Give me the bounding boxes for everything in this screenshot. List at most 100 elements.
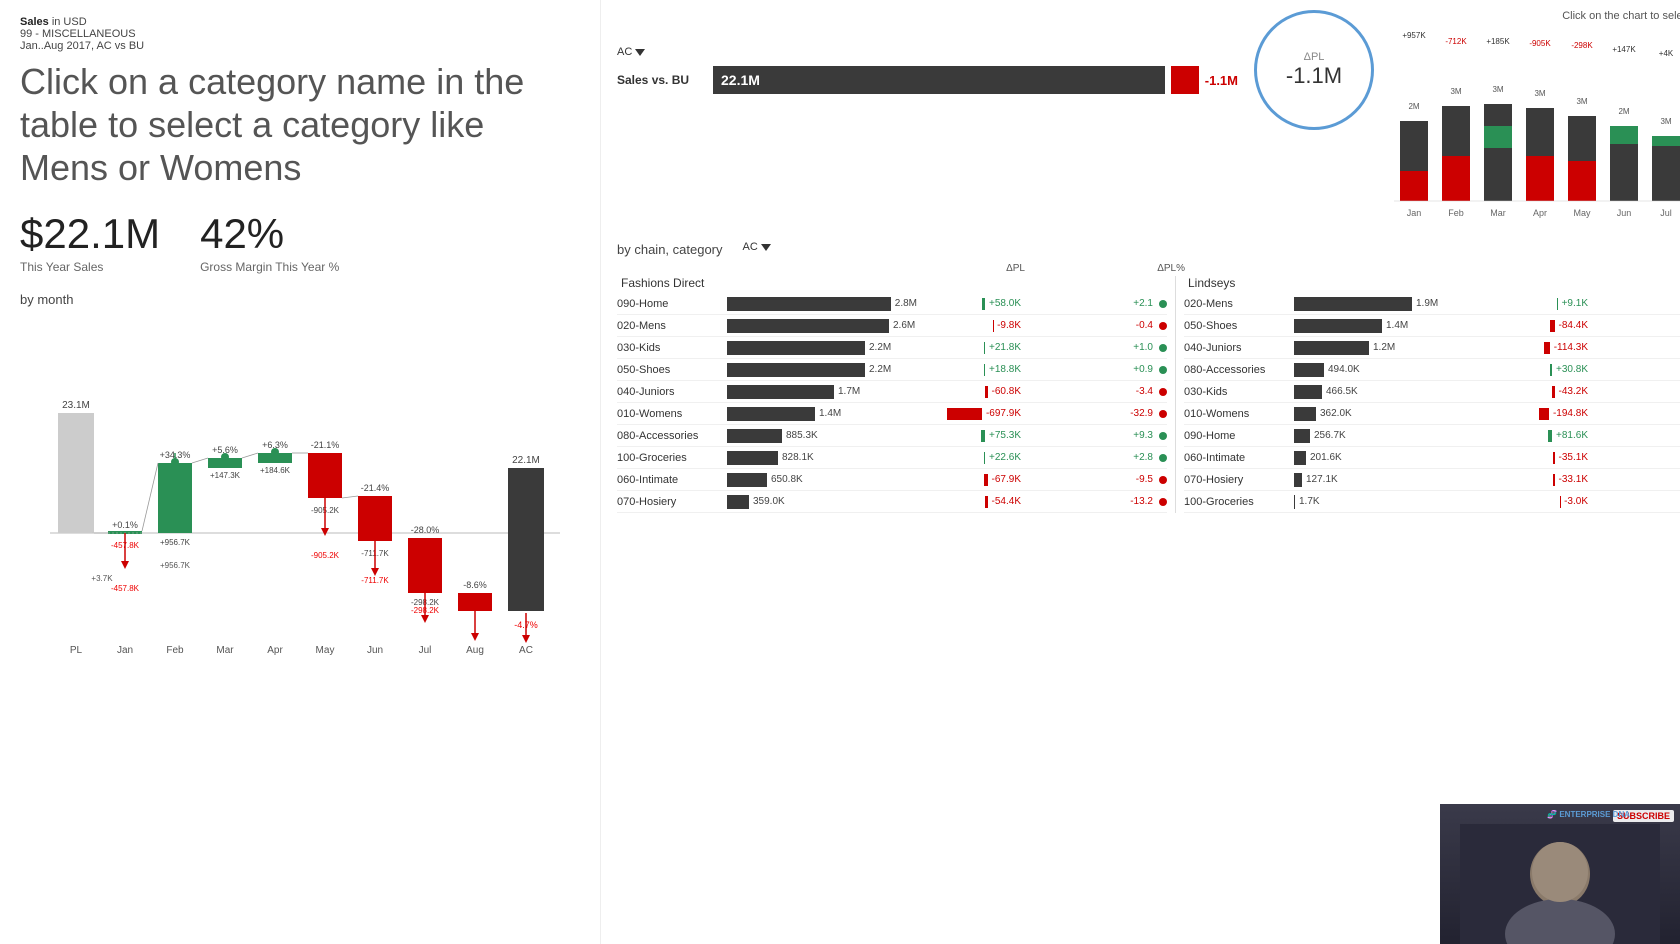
table-row[interactable]: 010-Womens 1.4M -697.9K -32.9 [617,403,1167,425]
table-row[interactable]: 070-Hosiery 127.1K -33.1K [1184,469,1680,491]
table-row[interactable]: 080-Accessories 494.0K +30.8K +6.7 [1184,359,1680,381]
sales-value: $22.1M [20,210,160,258]
svg-text:Jun: Jun [367,645,383,656]
table-row[interactable]: 070-Hosiery 359.0K -54.4K -13.2 [617,491,1167,513]
row-label[interactable]: 050-Shoes [1184,320,1294,332]
table-row[interactable]: 020-Mens 2.6M -9.8K -0.4 [617,315,1167,337]
video-face [1440,804,1680,944]
row-label[interactable]: 090-Home [1184,430,1294,442]
table-row[interactable]: 060-Intimate 650.8K -67.9K -9.5 [617,469,1167,491]
page: Sales in USD 99 - MISCELLANEOUS Jan..Aug… [0,0,1680,944]
dropdown-arrow [635,49,645,56]
fashions-direct-table: 090-Home 2.8M +58.0K +2.1 020-Mens [617,293,1167,513]
table-row[interactable]: 030-Kids 2.2M +21.8K +1.0 [617,337,1167,359]
row-label[interactable]: 010-Womens [1184,408,1294,420]
row-label[interactable]: 020-Mens [617,320,727,332]
by-month-label: by month [20,292,580,307]
svg-text:2M: 2M [1408,102,1419,111]
svg-text:Jun: Jun [1617,208,1632,218]
dropdown-arrow2 [761,244,771,251]
svg-text:Feb: Feb [166,645,184,656]
table-row[interactable]: 030-Kids 466.5K -43.2K [1184,381,1680,403]
svg-text:+147.3K: +147.3K [210,471,241,480]
row-label[interactable]: 100-Groceries [1184,496,1294,508]
svb-bar-value: 22.1M [721,72,760,88]
delta-pl-header: ΔPL [925,263,1025,274]
sales-kpi: $22.1M This Year Sales [20,210,160,274]
svg-text:+3.7K: +3.7K [91,574,113,583]
svg-text:-298.2K: -298.2K [411,606,440,615]
waterfall-chart[interactable]: 23.1M +0.1% -457.8K +34.3% +956.7K +5.6% [20,313,580,773]
row-label[interactable]: 070-Hosiery [1184,474,1294,486]
svg-text:+184.6K: +184.6K [260,466,291,475]
svg-text:+957K: +957K [1402,31,1426,40]
svg-text:Jan: Jan [117,645,133,656]
svg-text:-712K: -712K [1445,37,1467,46]
ac-dropdown[interactable]: AC [617,46,645,58]
person-silhouette [1460,824,1660,944]
lindseys-label: Lindseys [1184,276,1680,290]
svg-text:-298K: -298K [1571,41,1593,50]
instruction-text: Click on a category name in the table to… [20,60,580,190]
svg-text:+956.7K: +956.7K [160,561,191,570]
by-chain-label: by chain, category [617,242,723,257]
row-label[interactable]: 070-Hosiery [617,496,727,508]
row-label[interactable]: 080-Accessories [617,430,727,442]
svg-text:-905.2K: -905.2K [311,551,340,560]
misc-label: 99 - MISCELLANEOUS [20,28,136,40]
table-row[interactable]: 100-Groceries 828.1K +22.6K +2.8 [617,447,1167,469]
gm-kpi-label: Gross Margin This Year % [200,260,339,274]
table-row[interactable]: 040-Juniors 1.7M -60.8K -3.4 [617,381,1167,403]
row-label[interactable]: 030-Kids [1184,386,1294,398]
row-label[interactable]: 080-Accessories [1184,364,1294,376]
currency-label: in USD [52,16,87,28]
svb-bar: 22.1M [713,66,1165,94]
monthly-bars-svg[interactable]: +957K Jan 2M -712K Feb 3M +185K Mar [1394,26,1680,226]
row-label[interactable]: 040-Juniors [1184,342,1294,354]
row-label[interactable]: 060-Intimate [617,474,727,486]
svg-text:Jan: Jan [1407,208,1422,218]
svg-text:Apr: Apr [267,645,283,656]
row-label[interactable]: 040-Juniors [617,386,727,398]
row-label[interactable]: 010-Womens [617,408,727,420]
row-label[interactable]: 100-Groceries [617,452,727,464]
svg-text:22.1M: 22.1M [512,455,540,466]
table-row[interactable]: 020-Mens 1.9M +9.1K +0.5 [1184,293,1680,315]
sales-label: Sales [20,16,49,28]
svg-text:23.1M: 23.1M [62,400,90,411]
table-row[interactable]: 010-Womens 362.0K -194.8K [1184,403,1680,425]
row-label[interactable]: 030-Kids [617,342,727,354]
by-chain-ac-dropdown[interactable]: AC [743,241,771,253]
table-row[interactable]: 050-Shoes 1.4M -84.4K -5.8 [1184,315,1680,337]
svg-text:-711.7K: -711.7K [361,576,389,585]
table-row[interactable]: 100-Groceries 1.7K -3.0K [1184,491,1680,513]
circle-label: ΔPL [1304,51,1325,63]
lindseys-section: Lindseys 020-Mens 1.9M +9.1K +0.5 [1184,276,1680,513]
svg-text:Aug: Aug [466,645,484,656]
table-row[interactable]: 040-Juniors 1.2M -114.3K -8.6 [1184,337,1680,359]
wf-bar-pl [58,413,94,533]
table-row[interactable]: 090-Home 256.7K +81.6K [1184,425,1680,447]
row-label[interactable]: 020-Mens [1184,298,1294,310]
waterfall-svg: 23.1M +0.1% -457.8K +34.3% +956.7K +5.6% [20,313,580,733]
svg-text:+4K: +4K [1659,49,1674,58]
svg-text:+0.1%: +0.1% [112,520,138,530]
svg-text:Mar: Mar [216,645,234,656]
fashions-direct-label: Fashions Direct [617,276,1167,290]
table-row[interactable]: 050-Shoes 2.2M +18.8K +0.9 [617,359,1167,381]
kpi-row: $22.1M This Year Sales 42% Gross Margin … [20,210,580,274]
svg-text:+147K: +147K [1612,45,1636,54]
table-row[interactable]: 080-Accessories 885.3K +75.3K +9.3 [617,425,1167,447]
row-label[interactable]: 060-Intimate [1184,452,1294,464]
svg-text:-8.6%: -8.6% [463,580,487,590]
svg-text:3M: 3M [1492,85,1503,94]
svg-text:3M: 3M [1534,89,1545,98]
monthly-chart-header: Click on the chart to select a month [1394,10,1680,22]
row-label[interactable]: 050-Shoes [617,364,727,376]
row-label[interactable]: 090-Home [617,298,727,310]
svg-text:2M: 2M [1618,107,1629,116]
table-row[interactable]: 090-Home 2.8M +58.0K +2.1 [617,293,1167,315]
lindseys-table: 020-Mens 1.9M +9.1K +0.5 050-Shoes [1184,293,1680,513]
table-row[interactable]: 060-Intimate 201.6K -35.1K [1184,447,1680,469]
svg-text:-905K: -905K [1529,39,1551,48]
